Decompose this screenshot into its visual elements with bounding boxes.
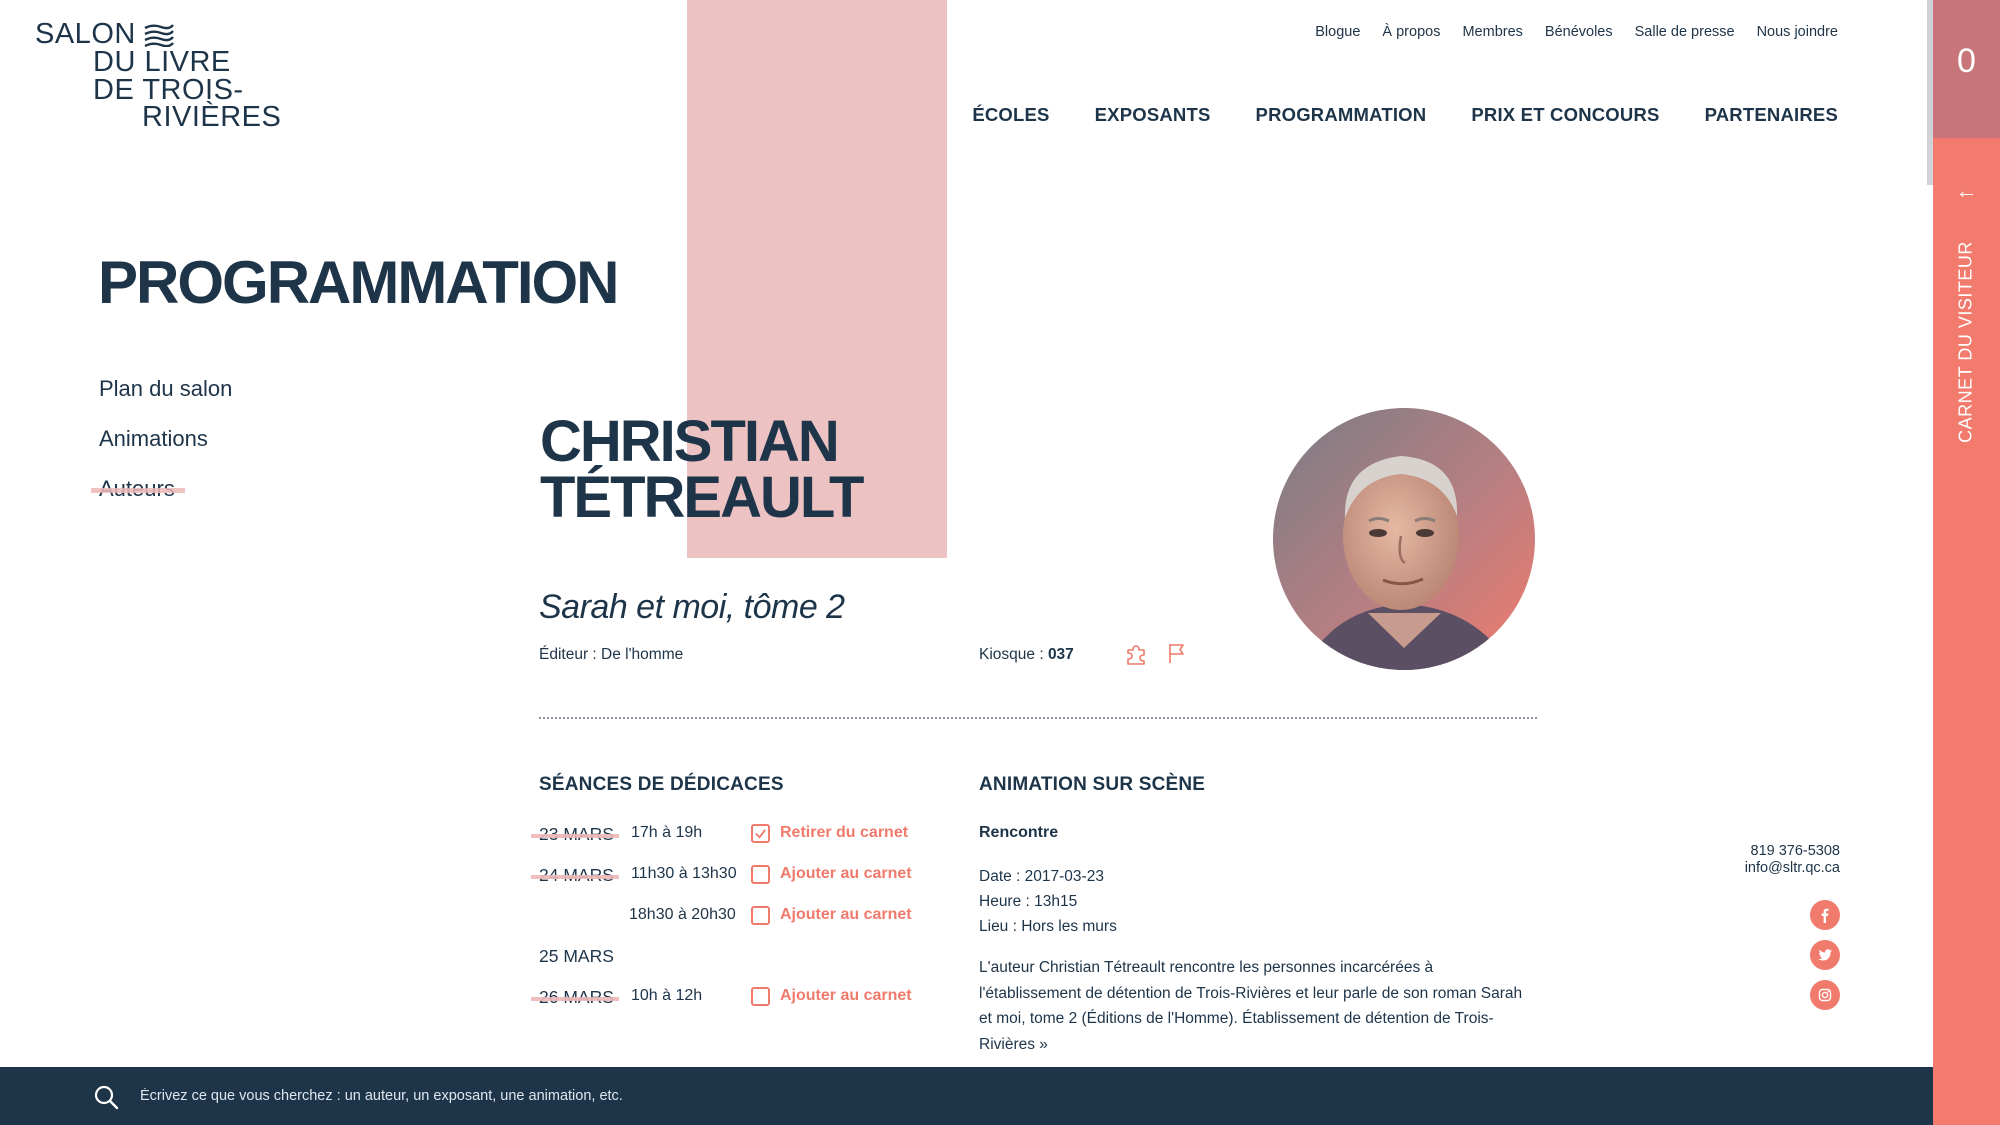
util-link-membres[interactable]: Membres [1462, 24, 1522, 40]
section-subnav: Plan du salon Animations Auteurs [90, 376, 232, 526]
nav-link-prix-et-concours[interactable]: PRIX ET CONCOURS [1471, 104, 1659, 126]
main-nav: ÉCOLES EXPOSANTS PROGRAMMATION PRIX ET C… [972, 104, 1838, 126]
carnet-checkbox[interactable] [751, 906, 770, 925]
add-to-carnet-button[interactable]: Ajouter au carnet [780, 987, 912, 1005]
contact-info: 819 376-5308 info@sltr.qc.ca [1745, 843, 1840, 877]
contact-phone[interactable]: 819 376-5308 [1745, 843, 1841, 860]
add-to-carnet-button[interactable]: Ajouter au carnet [780, 906, 912, 924]
util-link-a-propos[interactable]: À propos [1382, 24, 1440, 40]
animation-date: Date : 2017-03-23 [979, 868, 1104, 885]
signature-time: 11h30 à 13h30 [631, 865, 737, 882]
facebook-link[interactable] [1810, 900, 1840, 930]
subnav-plan-du-salon[interactable]: Plan du salon [99, 376, 232, 426]
kiosque-number: 037 [1047, 646, 1074, 663]
utility-nav: Blogue À propos Membres Bénévoles Salle … [1315, 24, 1838, 40]
contact-email[interactable]: info@sltr.qc.ca [1745, 860, 1840, 877]
remove-from-carnet-button[interactable]: Retirer du carnet [780, 824, 908, 842]
animation-description: L'auteur Christian Tétreault rencontre l… [979, 959, 1523, 1053]
twitter-link[interactable] [1810, 940, 1840, 970]
util-link-benevoles[interactable]: Bénévoles [1545, 24, 1613, 40]
publisher-info: Éditeur : De l'homme [539, 646, 683, 664]
nav-link-exposants[interactable]: EXPOSANTS [1095, 104, 1211, 126]
book-title: Sarah et moi, tôme 2 [539, 588, 845, 626]
signature-date: 26 MARS [531, 987, 619, 1007]
twitter-icon [1818, 949, 1832, 961]
util-link-nous-joindre[interactable]: Nous joindre [1757, 24, 1838, 40]
search-input[interactable] [140, 1081, 1640, 1111]
signature-date: 25 MARS [539, 946, 614, 966]
notebook-count: 0 [1957, 42, 1976, 80]
instagram-link[interactable] [1810, 980, 1840, 1010]
search-bar [0, 1067, 1933, 1125]
puzzle-icon[interactable] [1124, 642, 1148, 666]
section-divider [539, 717, 1537, 719]
nav-link-programmation[interactable]: PROGRAMMATION [1256, 104, 1427, 126]
animation-time: Heure : 13h15 [979, 893, 1078, 910]
animation-details: Rencontre Date : 2017-03-23 Heure : 13h1… [979, 824, 1539, 1057]
logo-waves-icon [144, 24, 174, 47]
kiosque-info: Kiosque : 037 [979, 646, 1074, 664]
nav-link-partenaires[interactable]: PARTENAIRES [1705, 104, 1838, 126]
author-photo [1273, 408, 1535, 670]
logo-line-2: DU LIVRE [93, 46, 231, 78]
visitor-notebook-panel[interactable]: 0 ← CARNET DU VISITEUR [1933, 0, 2000, 1125]
author-last-name: TÉTREAULT [540, 465, 864, 530]
signature-time: 10h à 12h [631, 987, 703, 1004]
subnav-auteurs[interactable]: Auteurs [90, 476, 232, 526]
subnav-animations[interactable]: Animations [99, 426, 232, 476]
carnet-checkbox[interactable] [751, 865, 770, 884]
author-name: CHRISTIAN TÉTREAULT [540, 413, 864, 527]
animation-type: Rencontre [979, 824, 1059, 841]
signature-time: 17h à 19h [631, 824, 703, 841]
facebook-icon [1821, 908, 1829, 923]
animation-location: Lieu : Hors les murs [979, 918, 1117, 935]
logo-line-1: SALON [35, 18, 136, 50]
nav-link-ecoles[interactable]: ÉCOLES [972, 104, 1049, 126]
util-link-salle-de-presse[interactable]: Salle de presse [1635, 24, 1735, 40]
checkmark-icon [755, 829, 766, 839]
signature-date: 23 MARS [531, 824, 619, 844]
publisher-label: Éditeur : [539, 646, 602, 663]
arrow-left-icon[interactable]: ← [1933, 178, 2000, 204]
animation-title: ANIMATION SUR SCÈNE [979, 774, 1206, 795]
logo-line-4: RIVIÈRES [142, 101, 282, 133]
signature-date: 24 MARS [531, 865, 619, 885]
carnet-checkbox-checked[interactable] [751, 824, 770, 843]
flag-icon[interactable] [1167, 642, 1187, 664]
util-link-blogue[interactable]: Blogue [1315, 24, 1360, 40]
carnet-checkbox[interactable] [751, 987, 770, 1006]
notebook-label[interactable]: CARNET DU VISITEUR [1956, 241, 1977, 443]
search-icon[interactable] [93, 1084, 119, 1110]
signatures-title: SÉANCES DE DÉDICACES [539, 774, 784, 795]
publisher-name: De l'homme [601, 646, 684, 663]
add-to-carnet-button[interactable]: Ajouter au carnet [780, 865, 912, 883]
instagram-icon [1818, 988, 1832, 1002]
page-title: PROGRAMMATION [98, 249, 620, 316]
site-logo[interactable]: SALON DU LIVRE DE TROIS- RIVIÈRES [35, 18, 281, 132]
kiosque-label: Kiosque : [979, 646, 1048, 663]
notebook-count-box[interactable]: 0 [1933, 0, 2000, 138]
signature-time: 18h30 à 20h30 [629, 906, 736, 923]
